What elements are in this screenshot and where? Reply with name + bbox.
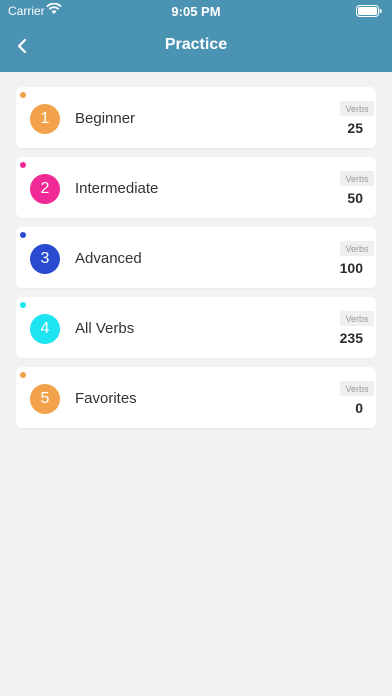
level-dot bbox=[20, 162, 26, 168]
level-label: Advanced bbox=[75, 250, 142, 267]
level-label: All Verbs bbox=[75, 320, 135, 337]
level-card-intermediate[interactable]: 2 Intermediate Verbs 50 bbox=[16, 157, 376, 218]
verbs-tag: Verbs bbox=[340, 311, 374, 326]
verbs-tag: Verbs bbox=[340, 171, 374, 186]
level-dot bbox=[20, 372, 26, 378]
level-dot bbox=[20, 302, 26, 308]
battery-icon bbox=[356, 5, 382, 20]
verbs-tag: Verbs bbox=[340, 101, 374, 116]
level-card-all-verbs[interactable]: 4 All Verbs Verbs 235 bbox=[16, 297, 376, 358]
verb-count: 25 bbox=[347, 120, 363, 136]
verb-count: 100 bbox=[339, 260, 363, 276]
page-title: Practice bbox=[164, 36, 228, 53]
level-dot bbox=[20, 232, 26, 238]
verb-count: 235 bbox=[339, 330, 363, 346]
practice-level-list: 1 Beginner Verbs 25 2 Intermediate Verbs… bbox=[16, 87, 376, 437]
level-label: Intermediate bbox=[75, 180, 159, 197]
verb-count: 50 bbox=[347, 190, 363, 206]
status-bar: Carrier 9:05 PM bbox=[0, 0, 392, 22]
level-number-badge: 2 bbox=[30, 174, 60, 204]
level-label: Beginner bbox=[75, 110, 136, 127]
verbs-tag: Verbs bbox=[340, 381, 374, 396]
level-card-advanced[interactable]: 3 Advanced Verbs 100 bbox=[16, 227, 376, 288]
level-number-badge: 1 bbox=[30, 104, 60, 134]
status-time: 9:05 PM bbox=[171, 4, 221, 19]
level-number-badge: 5 bbox=[30, 384, 60, 414]
level-dot bbox=[20, 92, 26, 98]
verbs-tag: Verbs bbox=[340, 241, 374, 256]
level-number-badge: 3 bbox=[30, 244, 60, 274]
level-card-beginner[interactable]: 1 Beginner Verbs 25 bbox=[16, 87, 376, 148]
level-number-badge: 4 bbox=[30, 314, 60, 344]
level-label: Favorites bbox=[75, 390, 137, 407]
level-card-favorites[interactable]: 5 Favorites Verbs 0 bbox=[16, 367, 376, 428]
nav-header: Carrier 9:05 PM Practice bbox=[0, 0, 392, 72]
verb-count: 0 bbox=[355, 400, 363, 416]
